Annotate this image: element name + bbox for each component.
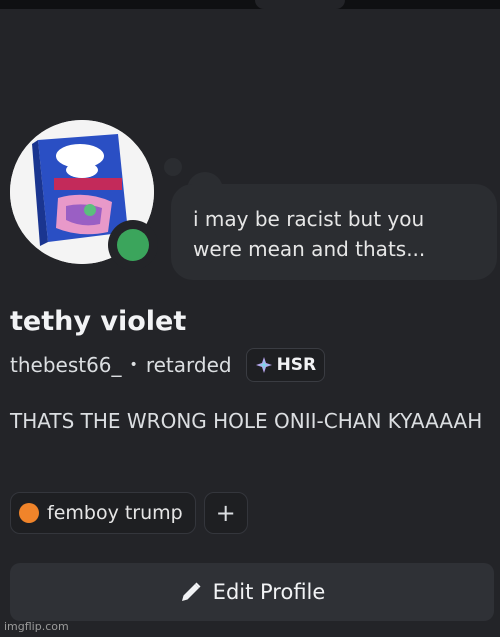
username: thebest66_ (10, 353, 122, 377)
bio-text: THATS THE WRONG HOLE ONII-CHAN KYAAAAH (10, 409, 483, 433)
online-status-dot (117, 229, 149, 261)
custom-status-text: i may be racist but you were mean and th… (193, 207, 426, 261)
role-label: femboy trump (47, 502, 183, 524)
roles-list: femboy trump + (10, 492, 248, 534)
top-notch (255, 0, 345, 9)
game-badge[interactable]: HSR (245, 348, 326, 382)
pencil-icon (181, 582, 201, 601)
top-bar (0, 0, 500, 9)
add-role-button[interactable]: + (203, 492, 248, 534)
edit-profile-label: Edit Profile (212, 580, 326, 604)
watermark: imgflip.com (4, 620, 69, 633)
edit-profile-button[interactable]: Edit Profile (10, 563, 494, 621)
game-badge-label: HSR (276, 355, 317, 375)
display-name: tethy violet (10, 306, 187, 337)
status-indicator (108, 220, 158, 270)
pronoun-tag: retarded (145, 353, 232, 377)
thought-bubble-dot-small (164, 158, 182, 176)
role-pill[interactable]: femboy trump (10, 492, 196, 534)
separator-dot: • (129, 357, 138, 373)
role-color-dot (19, 503, 39, 523)
username-line: thebest66_ • retarded HSR (10, 348, 326, 382)
custom-status-bubble[interactable]: i may be racist but you were mean and th… (171, 184, 497, 280)
hsr-star-icon (255, 357, 272, 373)
